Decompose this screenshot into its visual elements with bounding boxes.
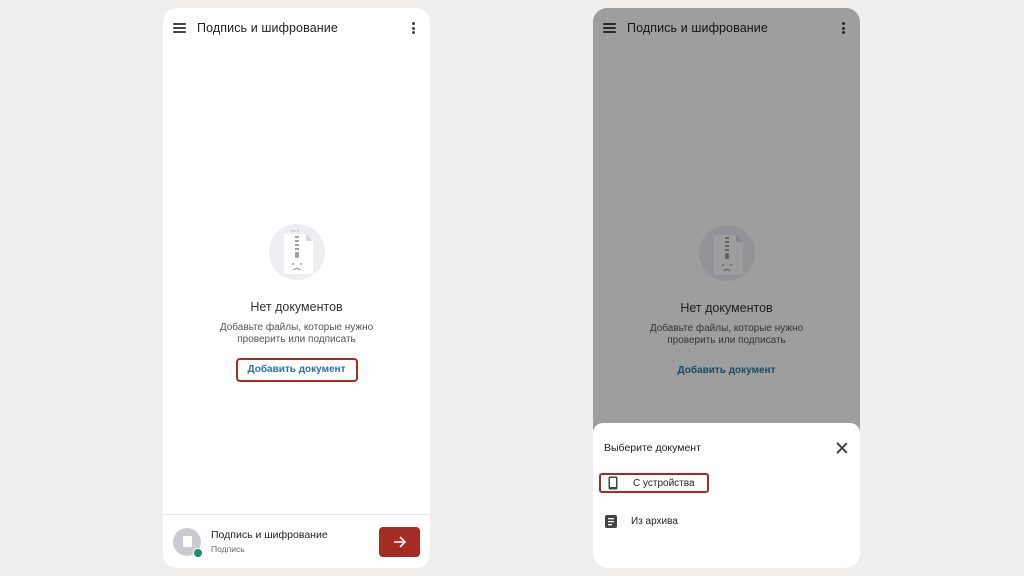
page-title: Подпись и шифрование xyxy=(197,21,338,35)
archive-icon xyxy=(605,514,617,528)
phone-screen-main: Подпись и шифрование Нет документов Доба… xyxy=(163,8,430,568)
app-bar: Подпись и шифрование xyxy=(163,8,430,48)
app-card[interactable]: Подпись и шифрование Подпись xyxy=(163,514,430,568)
empty-subtitle-line: проверить или подписать xyxy=(237,334,356,345)
add-document-link[interactable]: Добавить документ xyxy=(235,358,358,382)
sheet-item-from-device[interactable]: С устройства xyxy=(599,473,709,493)
menu-icon[interactable] xyxy=(173,23,186,33)
arrow-right-icon xyxy=(393,535,406,548)
empty-subtitle-line: Добавьте файлы, которые нужно xyxy=(219,322,374,333)
sheet-item-label: С устройства xyxy=(633,477,695,489)
app-card-title: Подпись и шифрование xyxy=(211,529,328,541)
go-button[interactable] xyxy=(379,526,420,557)
document-icon xyxy=(182,536,192,547)
more-options-icon[interactable] xyxy=(406,21,420,35)
app-card-text: Подпись и шифрование Подпись xyxy=(211,529,379,554)
sheet-header: Выберите документ xyxy=(593,423,860,473)
empty-document-icon xyxy=(268,224,325,280)
bottom-sheet: Выберите документ С устройства Из архива xyxy=(593,423,860,568)
empty-state: Нет документов Добавьте файлы, которые н… xyxy=(163,224,430,382)
close-icon[interactable] xyxy=(836,442,848,454)
empty-subtitle: Добавьте файлы, которые нужно проверить … xyxy=(207,322,387,346)
phone-icon xyxy=(607,476,619,490)
sheet-item-from-archive[interactable]: Из архива xyxy=(599,511,707,531)
check-badge-icon xyxy=(193,547,203,558)
phone-screen-picker: Подпись и шифрование Нет документов Доба… xyxy=(593,8,860,568)
app-avatar xyxy=(173,527,203,558)
app-card-subtitle: Подпись xyxy=(211,544,245,554)
sheet-title: Выберите документ xyxy=(604,442,701,454)
sheet-item-label: Из архива xyxy=(631,515,678,527)
empty-title: Нет документов xyxy=(250,300,343,314)
